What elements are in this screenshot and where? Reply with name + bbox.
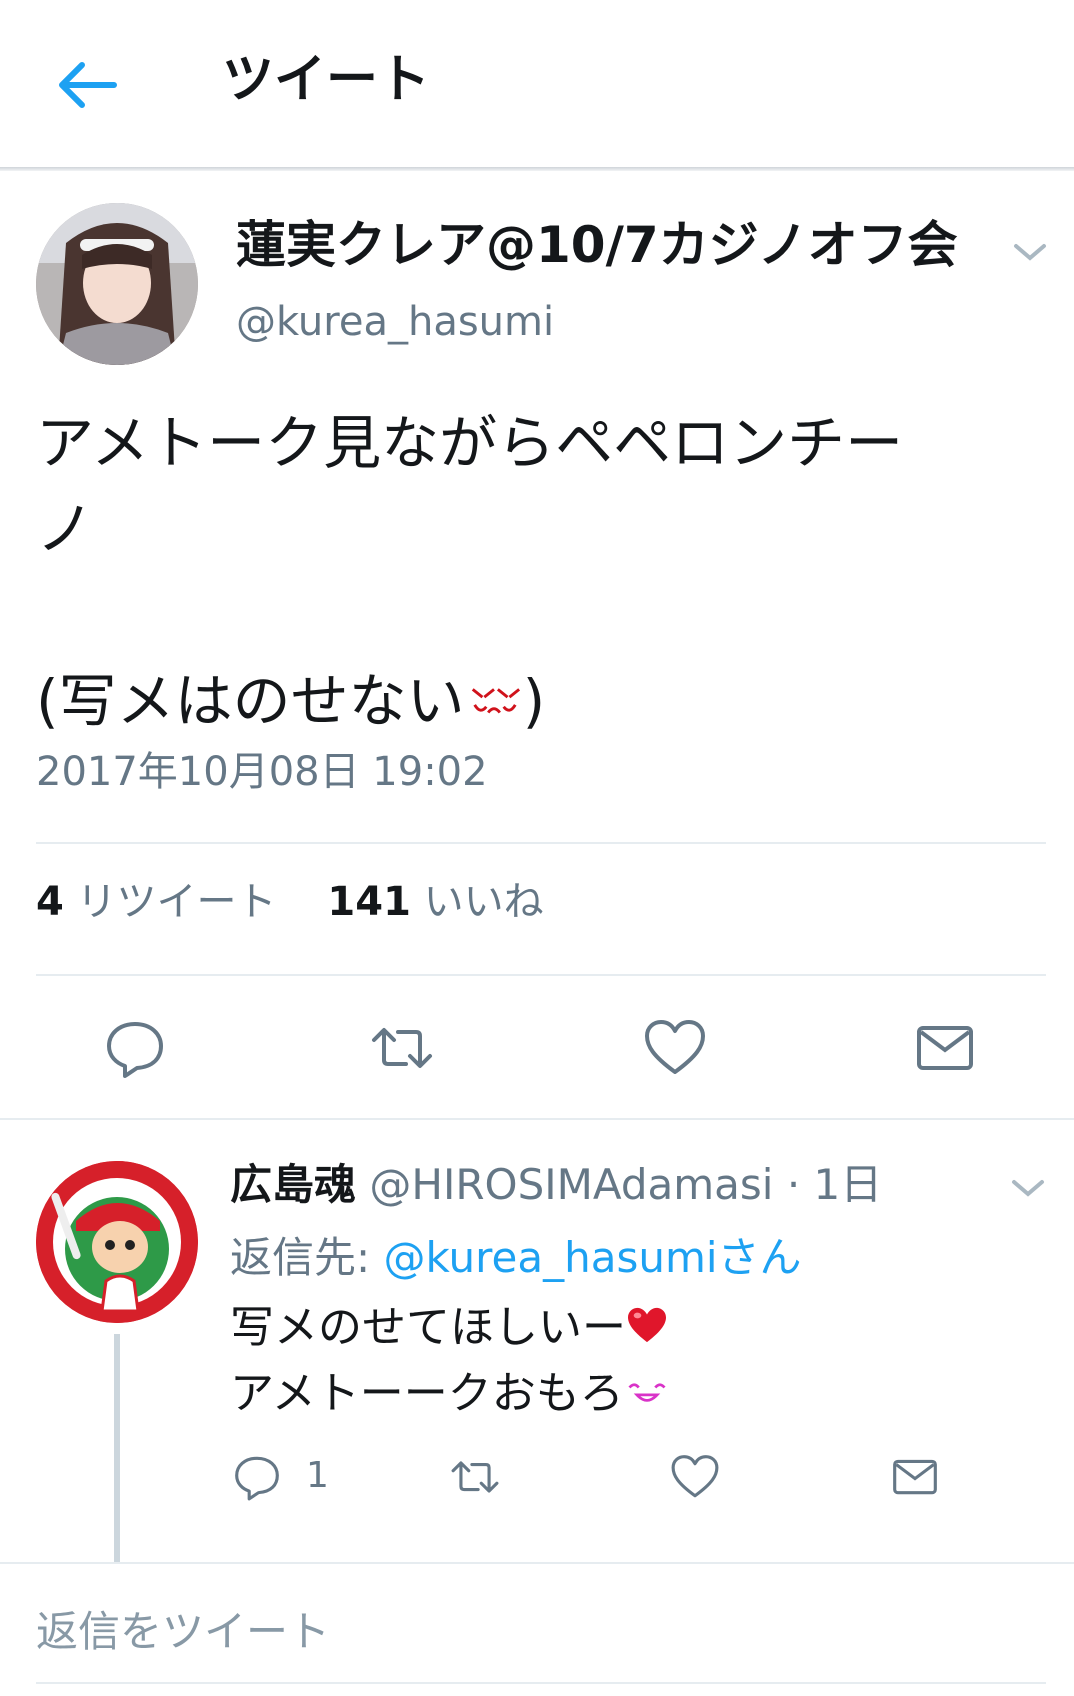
like-heart-icon[interactable] <box>670 1452 720 1502</box>
composer-underline <box>36 1682 1046 1684</box>
tweet-text-fragment: (写メはのせない <box>36 667 465 735</box>
angry-emoji-icon <box>465 662 523 748</box>
reply-display-name[interactable]: 広島魂 <box>230 1160 356 1209</box>
avatar[interactable] <box>36 203 198 365</box>
smiling-face-emoji-icon <box>624 1364 670 1428</box>
like-label[interactable]: いいね <box>424 879 544 925</box>
divider <box>0 1118 1074 1120</box>
header-divider <box>0 167 1074 171</box>
chevron-down-icon[interactable] <box>1012 240 1048 264</box>
direct-message-icon[interactable] <box>913 1016 977 1080</box>
tweet-text: アメトーク見ながらペペロンチー ノ (写メはのせない) <box>36 400 1046 748</box>
reply-text: 写メのせてほしいー アメトーークおもろ <box>230 1296 670 1428</box>
like-count[interactable]: 141 <box>327 879 411 925</box>
divider <box>36 842 1046 844</box>
tweet-timestamp[interactable]: 2017年10月08日 19:02 <box>36 744 488 800</box>
reply-icon[interactable] <box>232 1452 282 1502</box>
author-display-name[interactable]: 蓮実クレア@10/7カジノオフ会 <box>236 212 958 278</box>
reply-handle[interactable]: @HIROSIMAdamasi <box>369 1160 773 1209</box>
author-handle[interactable]: @kurea_hasumi <box>236 294 554 350</box>
tweet-stats: 4 リツイート 141 いいね <box>36 874 544 930</box>
page-title: ツイート <box>222 50 431 110</box>
reply-text-fragment: 写メのせてほしいー <box>230 1302 626 1353</box>
tweet-text-line: (写メはのせない) <box>36 658 1046 748</box>
thread-connector-line <box>114 1334 120 1564</box>
reply-time: · 1日 <box>786 1160 883 1209</box>
reply-composer-input[interactable]: 返信をツイート <box>36 1600 330 1664</box>
retweet-icon[interactable] <box>450 1452 500 1502</box>
chevron-down-icon[interactable] <box>1010 1176 1046 1200</box>
reply-text-line: アメトーークおもろ <box>230 1362 670 1428</box>
reply-avatar[interactable] <box>36 1161 198 1323</box>
divider <box>0 1562 1074 1564</box>
like-heart-icon[interactable] <box>643 1016 707 1080</box>
retweet-count[interactable]: 4 <box>36 879 64 925</box>
direct-message-icon[interactable] <box>890 1452 940 1502</box>
red-heart-emoji-icon <box>626 1298 668 1362</box>
retweet-label[interactable]: リツイート <box>77 879 277 925</box>
tweet-text-fragment: ) <box>522 667 546 735</box>
tweet-text-line: ノ <box>36 495 95 563</box>
reply-icon[interactable] <box>103 1016 167 1080</box>
reply-header: 広島魂 @HIROSIMAdamasi · 1日 <box>230 1156 882 1214</box>
retweet-icon[interactable] <box>370 1016 434 1080</box>
replying-to: 返信先: @kurea_hasumiさん <box>230 1228 802 1288</box>
back-arrow-icon[interactable] <box>58 60 118 110</box>
reply-text-line: 写メのせてほしいー <box>230 1296 670 1362</box>
reply-text-fragment: アメトーークおもろ <box>230 1368 624 1419</box>
top-bar <box>0 0 1074 168</box>
replying-to-handle-link[interactable]: @kurea_hasumiさん <box>384 1233 802 1282</box>
reply-count: 1 <box>306 1455 329 1496</box>
divider <box>36 974 1046 976</box>
tweet-blank-line <box>36 572 1046 658</box>
replying-to-label: 返信先: <box>230 1233 384 1282</box>
tweet-text-line: アメトーク見ながらペペロンチー <box>36 409 904 477</box>
